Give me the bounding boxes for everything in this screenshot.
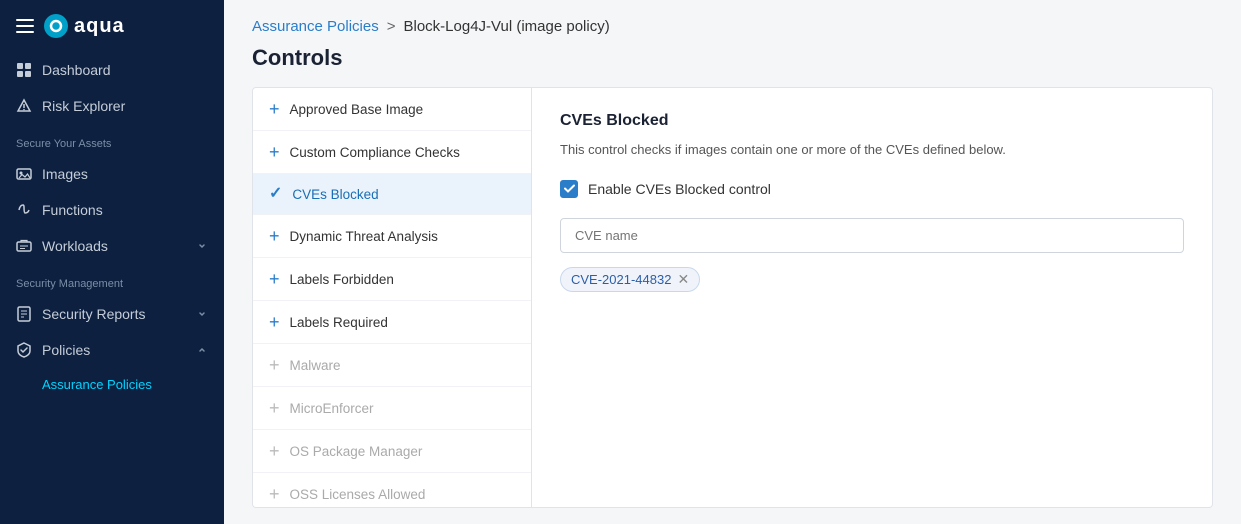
sidebar-item-dashboard[interactable]: Dashboard [0,52,224,88]
sidebar-item-functions-label: Functions [42,202,103,218]
policies-icon [16,342,32,358]
control-label-labels-required: Labels Required [290,315,388,330]
breadcrumb-separator: > [387,18,396,35]
logo: aqua [44,14,125,38]
control-item-dynamic-threat-analysis[interactable]: + Dynamic Threat Analysis [253,215,531,258]
workloads-chevron-icon [196,240,208,252]
control-label-approved-base-image: Approved Base Image [290,102,424,117]
control-item-oss-licenses-allowed[interactable]: + OSS Licenses Allowed [253,473,531,508]
sidebar-item-policies-label: Policies [42,342,90,358]
sidebar-item-workloads-label: Workloads [42,238,108,254]
breadcrumb-parent-link[interactable]: Assurance Policies [252,18,379,35]
control-label-custom-compliance-checks: Custom Compliance Checks [290,145,460,160]
enable-cves-blocked-checkbox[interactable] [560,180,578,198]
plus-icon-oss-licenses-allowed: + [269,485,280,503]
sidebar-item-risk-explorer[interactable]: Risk Explorer [0,88,224,124]
sidebar-item-functions[interactable]: Functions [0,192,224,228]
section-secure-assets: Secure Your Assets [0,124,224,156]
workloads-icon [16,238,32,254]
logo-text: aqua [74,15,125,38]
cve-tag-label: CVE-2021-44832 [571,272,671,287]
policies-chevron-icon [196,344,208,356]
controls-list: + Approved Base Image + Custom Complianc… [252,87,532,508]
breadcrumb: Assurance Policies > Block-Log4J-Vul (im… [224,0,1241,35]
risk-explorer-icon [16,98,32,114]
sidebar-sub-item-assurance-policies-label: Assurance Policies [42,377,152,392]
control-item-malware[interactable]: + Malware [253,344,531,387]
control-item-labels-required[interactable]: + Labels Required [253,301,531,344]
control-label-os-package-manager: OS Package Manager [290,444,423,459]
control-label-malware: Malware [290,358,341,373]
control-item-custom-compliance-checks[interactable]: + Custom Compliance Checks [253,131,531,174]
breadcrumb-current: Block-Log4J-Vul (image policy) [404,18,610,35]
cve-tag-close-button[interactable]: ✕ [677,272,689,286]
plus-icon-microenforcer: + [269,399,280,417]
security-reports-chevron-icon [196,308,208,320]
plus-icon-labels-required: + [269,313,280,331]
dashboard-icon [16,62,32,78]
section-security-management: Security Management [0,264,224,296]
control-label-cves-blocked: CVEs Blocked [292,187,378,202]
cve-name-input[interactable] [560,218,1184,253]
control-label-dynamic-threat-analysis: Dynamic Threat Analysis [290,229,438,244]
sidebar-item-workloads[interactable]: Workloads [0,228,224,264]
panel-title: CVEs Blocked [560,112,1184,130]
sidebar: aqua Dashboard Risk Explorer Secure Your… [0,0,224,524]
sidebar-item-images-label: Images [42,166,88,182]
sidebar-item-security-reports[interactable]: Security Reports [0,296,224,332]
sidebar-header: aqua [0,0,224,52]
plus-icon-labels-forbidden: + [269,270,280,288]
page-title: Controls [224,35,1241,87]
control-label-microenforcer: MicroEnforcer [290,401,374,416]
enable-control-row: Enable CVEs Blocked control [560,180,1184,198]
control-panel: CVEs Blocked This control checks if imag… [532,87,1213,508]
plus-icon-os-package-manager: + [269,442,280,460]
control-item-cves-blocked[interactable]: ✓ CVEs Blocked [253,174,531,215]
plus-icon-approved-base-image: + [269,100,280,118]
cve-tag-2021-44832: CVE-2021-44832 ✕ [560,267,700,292]
control-label-labels-forbidden: Labels Forbidden [290,272,394,287]
functions-icon [16,202,32,218]
panel-description: This control checks if images contain on… [560,140,1184,160]
check-icon-cves-blocked: ✓ [269,186,282,202]
logo-icon [44,14,68,38]
plus-icon-dynamic-threat-analysis: + [269,227,280,245]
control-item-microenforcer[interactable]: + MicroEnforcer [253,387,531,430]
sidebar-item-policies[interactable]: Policies [0,332,224,368]
sidebar-sub-item-assurance-policies[interactable]: Assurance Policies [0,368,224,401]
hamburger-menu-icon[interactable] [16,19,34,33]
plus-icon-custom-compliance-checks: + [269,143,280,161]
control-label-oss-licenses-allowed: OSS Licenses Allowed [290,487,426,502]
control-item-labels-forbidden[interactable]: + Labels Forbidden [253,258,531,301]
sidebar-item-risk-explorer-label: Risk Explorer [42,98,125,114]
sidebar-item-dashboard-label: Dashboard [42,62,111,78]
main-content: Assurance Policies > Block-Log4J-Vul (im… [224,0,1241,524]
control-item-os-package-manager[interactable]: + OS Package Manager [253,430,531,473]
plus-icon-malware: + [269,356,280,374]
sidebar-item-security-reports-label: Security Reports [42,306,145,322]
enable-cves-blocked-label: Enable CVEs Blocked control [588,181,771,197]
images-icon [16,166,32,182]
sidebar-item-images[interactable]: Images [0,156,224,192]
security-reports-icon [16,306,32,322]
control-item-approved-base-image[interactable]: + Approved Base Image [253,88,531,131]
content-area: + Approved Base Image + Custom Complianc… [224,87,1241,524]
